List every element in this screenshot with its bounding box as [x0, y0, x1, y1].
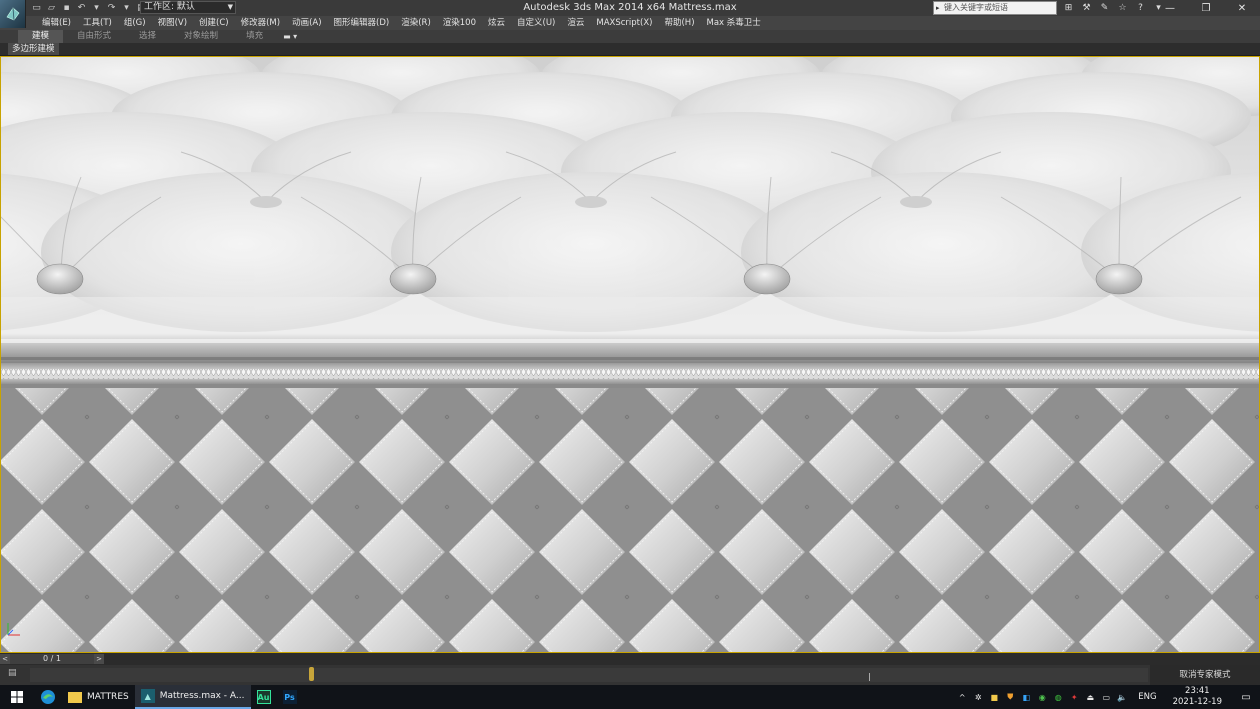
- folder-tray-icon[interactable]: ■: [988, 691, 1000, 703]
- usb-icon[interactable]: ⏏: [1084, 691, 1096, 703]
- frame-tick: [869, 673, 870, 681]
- menu-maxscript[interactable]: MAXScript(X): [590, 16, 658, 30]
- redo-dropdown-icon[interactable]: ▾: [120, 1, 133, 14]
- workspace-label: 工作区: 默认: [144, 2, 195, 12]
- menu-render100[interactable]: 渲染100: [437, 16, 482, 30]
- app-logo-button[interactable]: [0, 0, 26, 28]
- taskbar-folder-label: MATTRES: [87, 692, 129, 702]
- axis-gizmo-icon: [7, 623, 20, 636]
- bluetooth-icon[interactable]: ✦: [1068, 691, 1080, 703]
- taskbar-3dsmax-label: Mattress.max - A...: [159, 691, 245, 701]
- time-prev-button[interactable]: <: [0, 654, 10, 664]
- menu-rendering[interactable]: 渲染(R): [395, 16, 437, 30]
- menu-max-antivirus[interactable]: Max 杀毒卫士: [701, 16, 767, 30]
- menu-tools[interactable]: 工具(T): [77, 16, 118, 30]
- mattress-render: [1, 57, 1259, 652]
- minimize-icon[interactable]: —: [1152, 0, 1188, 16]
- clock-time: 23:41: [1185, 686, 1210, 696]
- time-slider: < 0 / 1 >: [0, 653, 1260, 665]
- ribbon-tabs: 建模 自由形式 选择 对象绘制 填充 ▬ ▾: [0, 30, 1260, 43]
- menu-create[interactable]: 创建(C): [193, 16, 235, 30]
- taskbar-edge[interactable]: [34, 685, 62, 709]
- keyframe-marker[interactable]: [309, 667, 314, 681]
- workspace-dropdown[interactable]: 工作区: 默认 ▼: [140, 1, 236, 14]
- ribbon-options-icon[interactable]: ▬ ▾: [277, 32, 303, 41]
- audition-icon: Au: [256, 690, 271, 704]
- help-icon[interactable]: ?: [1134, 1, 1147, 14]
- favorites-icon[interactable]: ☆: [1116, 1, 1129, 14]
- network-icon[interactable]: ▭: [1100, 691, 1112, 703]
- track-bar: ▤ 取消专家模式: [0, 665, 1260, 685]
- tab-modeling[interactable]: 建模: [18, 30, 64, 43]
- restore-icon[interactable]: ❐: [1188, 0, 1224, 16]
- save-icon[interactable]: ▪: [60, 1, 73, 14]
- volume-icon[interactable]: 🔈: [1116, 691, 1128, 703]
- cancel-expert-mode-button[interactable]: 取消专家模式: [1150, 665, 1260, 685]
- notification-icon[interactable]: ▭: [1232, 685, 1260, 709]
- close-icon[interactable]: ✕: [1224, 0, 1260, 16]
- photoshop-icon: Ps: [282, 690, 297, 704]
- frame-counter[interactable]: 0 / 1: [10, 654, 94, 664]
- menu-group[interactable]: 组(G): [118, 16, 152, 30]
- undo-icon[interactable]: ↶: [75, 1, 88, 14]
- edge-icon: [41, 690, 55, 704]
- clock[interactable]: 23:41 2021-12-19: [1167, 686, 1228, 708]
- taskbar-photoshop[interactable]: Ps: [277, 685, 303, 709]
- communication-icon[interactable]: ✎: [1098, 1, 1111, 14]
- gear-icon[interactable]: ✲: [972, 691, 984, 703]
- redo-icon[interactable]: ↷: [105, 1, 118, 14]
- tab-freeform[interactable]: 自由形式: [63, 30, 125, 43]
- menu-help[interactable]: 帮助(H): [658, 16, 700, 30]
- show-hidden-icons-icon[interactable]: ^: [956, 691, 968, 703]
- windows-taskbar: MATTRES ▲ Mattress.max - A... Au Ps ^ ✲ …: [0, 685, 1260, 709]
- menu-xuanyun-render[interactable]: 渲云: [561, 16, 590, 30]
- binoculars-icon[interactable]: ⊞: [1062, 1, 1075, 14]
- title-bar: ▭ ▱ ▪ ↶ ▾ ↷ ▾ ▤ 工作区: 默认 ▼ Autodesk 3ds M…: [0, 0, 1260, 28]
- ribbon-panel-bar: 多边形建模: [0, 43, 1260, 55]
- quick-access-toolbar: ▭ ▱ ▪ ↶ ▾ ↷ ▾ ▤: [30, 1, 148, 14]
- taskbar-folder-mattres[interactable]: MATTRES: [62, 685, 135, 709]
- time-next-button[interactable]: >: [94, 654, 104, 664]
- shield-icon[interactable]: ⛊: [1004, 691, 1016, 703]
- chevron-down-icon: ▼: [227, 3, 233, 11]
- undo-dropdown-icon[interactable]: ▾: [90, 1, 103, 14]
- clock-date: 2021-12-19: [1172, 697, 1222, 707]
- track-bar-timeline[interactable]: [30, 668, 1148, 682]
- taskbar-3dsmax[interactable]: ▲ Mattress.max - A...: [134, 685, 251, 709]
- menu-xuanyun[interactable]: 炫云: [482, 16, 511, 30]
- polygon-modeling-tab[interactable]: 多边形建模: [8, 43, 59, 55]
- tab-populate[interactable]: 填充: [232, 30, 277, 43]
- search-placeholder: 键入关键字或短语: [944, 3, 1008, 12]
- start-button[interactable]: [0, 685, 34, 709]
- windows-logo-icon: [11, 691, 23, 703]
- menu-bar: 编辑(E) 工具(T) 组(G) 视图(V) 创建(C) 修改器(M) 动画(A…: [0, 16, 1260, 30]
- tab-object-paint[interactable]: 对象绘制: [170, 30, 232, 43]
- 3dsmax-logo-icon: [6, 7, 19, 21]
- tab-selection[interactable]: 选择: [125, 30, 170, 43]
- 3dsmax-icon: ▲: [140, 689, 155, 703]
- folder-icon: [68, 691, 82, 703]
- search-arrow-icon: ▸: [936, 4, 940, 12]
- system-tray: ^ ✲ ■ ⛊ ◧ ◉ ◍ ✦ ⏏ ▭ 🔈 ENG 23:41 2021-12-…: [956, 685, 1260, 709]
- new-file-icon[interactable]: ▭: [30, 1, 43, 14]
- menu-animation[interactable]: 动画(A): [286, 16, 327, 30]
- subscription-icon[interactable]: ⚒: [1080, 1, 1093, 14]
- menu-modifiers[interactable]: 修改器(M): [235, 16, 286, 30]
- curve-editor-icon[interactable]: ▤: [8, 668, 20, 680]
- menu-customize[interactable]: 自定义(U): [511, 16, 561, 30]
- cloud-icon[interactable]: ◧: [1020, 691, 1032, 703]
- security-icon[interactable]: ◉: [1036, 691, 1048, 703]
- window-controls: — ❐ ✕: [1152, 0, 1260, 16]
- taskbar-audition[interactable]: Au: [251, 685, 277, 709]
- menu-views[interactable]: 视图(V): [152, 16, 193, 30]
- search-input[interactable]: ▸ 键入关键字或短语: [933, 1, 1057, 15]
- open-file-icon[interactable]: ▱: [45, 1, 58, 14]
- perspective-viewport[interactable]: [0, 56, 1260, 653]
- menu-graph-editors[interactable]: 图形编辑器(D): [328, 16, 396, 30]
- infocenter-toolbar: ⊞ ⚒ ✎ ☆ ? ▾: [1062, 1, 1165, 14]
- wechat-icon[interactable]: ◍: [1052, 691, 1064, 703]
- menu-edit[interactable]: 编辑(E): [36, 16, 77, 30]
- input-language[interactable]: ENG: [1132, 692, 1162, 702]
